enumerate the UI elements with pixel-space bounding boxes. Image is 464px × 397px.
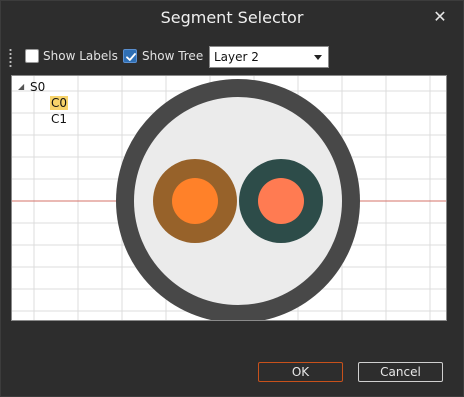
close-icon[interactable]: ✕ [427,5,453,31]
ok-button[interactable]: OK [258,362,343,382]
segment-canvas[interactable]: ◢ S0 C0 C1 [11,75,447,321]
segment-c1-inner[interactable] [258,178,304,224]
tree-node-c1[interactable]: C1 [51,112,67,126]
tree-node-s0[interactable]: S0 [30,80,45,94]
checkmark-icon [126,53,136,61]
tree-expander-icon[interactable]: ◢ [18,82,24,91]
show-labels-label[interactable]: Show Labels [43,49,118,63]
cancel-button[interactable]: Cancel [358,362,443,382]
layer-select[interactable]: Layer 2 [209,46,329,68]
chevron-down-icon [314,55,322,60]
show-tree-label[interactable]: Show Tree [142,49,203,63]
show-labels-checkbox[interactable] [25,49,39,63]
toolbar: Show Labels Show Tree Layer 2 [1,43,463,73]
segment-drawing [12,76,446,320]
title-bar: Segment Selector ✕ [1,1,463,35]
dialog-title: Segment Selector [160,8,304,27]
tree-node-c0[interactable]: C0 [50,96,69,110]
show-tree-checkbox[interactable] [123,49,137,63]
layer-select-value: Layer 2 [214,50,259,64]
toolbar-grip-icon[interactable] [9,48,12,68]
segment-selector-dialog: Segment Selector ✕ Show Labels Show Tree… [0,0,464,397]
segment-c0-inner[interactable] [172,178,218,224]
